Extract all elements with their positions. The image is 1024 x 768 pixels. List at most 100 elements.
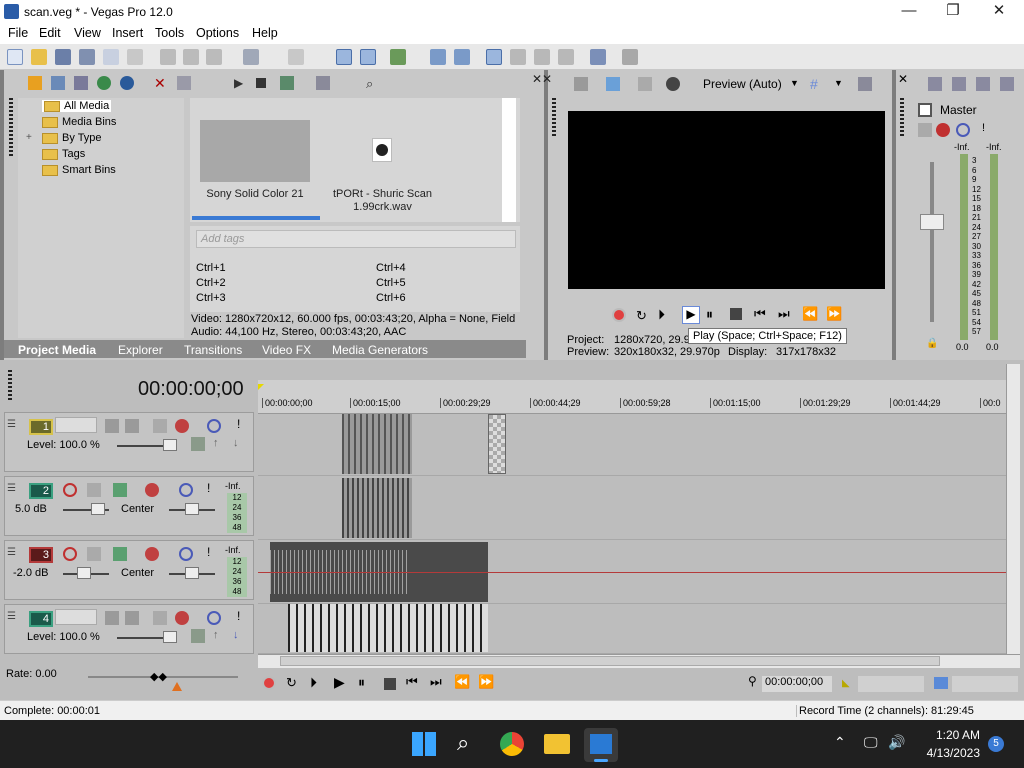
overlays-icon[interactable]: #: [810, 77, 824, 91]
tab-explorer[interactable]: Explorer: [118, 343, 163, 357]
refresh-icon[interactable]: [97, 76, 111, 90]
mute-icon[interactable]: [179, 547, 193, 561]
arm-record-icon[interactable]: [63, 483, 77, 497]
track-lane-3[interactable]: [258, 540, 1006, 604]
compositing-mode-icon[interactable]: [191, 629, 205, 643]
rate-reset-icon[interactable]: [172, 682, 182, 691]
track-minimize-icon[interactable]: ☰: [7, 483, 16, 494]
save-icon[interactable]: [55, 49, 71, 65]
make-child-icon[interactable]: ↑: [213, 437, 219, 449]
track-fx-icon[interactable]: [175, 611, 189, 625]
vegas-taskbar-button[interactable]: [584, 728, 618, 762]
level-slider-handle[interactable]: [163, 439, 177, 451]
mixer-properties-icon[interactable]: [928, 77, 942, 91]
tree-item-tags[interactable]: Tags: [42, 148, 85, 160]
time-ruler[interactable]: [258, 380, 1006, 414]
mute-icon[interactable]: [207, 611, 221, 625]
compositing-mode-icon[interactable]: [191, 437, 205, 451]
parent-track-icon[interactable]: [153, 419, 167, 433]
menu-help[interactable]: Help: [252, 26, 278, 40]
auto-crossfade-icon[interactable]: [510, 49, 526, 65]
automation-icon[interactable]: [113, 547, 127, 561]
media-fx-icon[interactable]: [177, 76, 191, 90]
composite-icon[interactable]: [125, 419, 139, 433]
track-fx-icon[interactable]: [175, 419, 189, 433]
preview-properties-icon[interactable]: [574, 77, 588, 91]
copy-icon[interactable]: [183, 49, 199, 65]
go-to-end-icon[interactable]: ⏭: [778, 306, 790, 322]
start-icon[interactable]: [412, 732, 436, 756]
notification-badge[interactable]: 5: [988, 736, 1004, 752]
mute-icon[interactable]: [207, 419, 221, 433]
tree-item-by-type[interactable]: By Type: [42, 132, 102, 144]
go-to-end-icon[interactable]: ⏭: [430, 674, 442, 690]
auto-ripple-icon[interactable]: [390, 49, 406, 65]
timecode-display[interactable]: 00:00:00;00: [138, 378, 244, 401]
video-event-selected[interactable]: [488, 414, 506, 474]
menu-insert[interactable]: Insert: [112, 26, 143, 40]
mute-icon[interactable]: [179, 483, 193, 497]
chevron-down-icon[interactable]: ▼: [790, 78, 799, 88]
volume-icon[interactable]: 🔊: [888, 734, 905, 751]
pause-icon[interactable]: ⏸: [706, 306, 713, 323]
play-icon[interactable]: ▶: [334, 674, 345, 691]
pan-slider-handle[interactable]: [185, 567, 199, 579]
solo-icon[interactable]: !: [237, 417, 240, 431]
track-name-field[interactable]: [55, 417, 97, 433]
play-from-start-icon[interactable]: ⏵: [658, 306, 665, 323]
selection-icon[interactable]: [534, 49, 550, 65]
record-icon[interactable]: [612, 308, 626, 322]
selection-length-field[interactable]: [952, 676, 1018, 692]
volume-slider-handle[interactable]: [77, 567, 91, 579]
audio-file-icon[interactable]: [372, 138, 392, 162]
media-thumbnail-solid-color[interactable]: [200, 120, 310, 182]
dock-grip[interactable]: [8, 370, 12, 400]
cut-icon[interactable]: [160, 49, 176, 65]
tree-item-all-media[interactable]: All Media: [42, 100, 112, 112]
track-minimize-icon[interactable]: ☰: [7, 419, 16, 430]
tab-media-generators[interactable]: Media Generators: [332, 343, 428, 357]
close-panel-icon[interactable]: ✕: [542, 72, 552, 86]
paste-icon[interactable]: [206, 49, 222, 65]
automation-icon[interactable]: [113, 483, 127, 497]
properties-icon[interactable]: [103, 49, 119, 65]
rate-slider-handle[interactable]: ◆◆: [150, 670, 167, 683]
close-panel-icon[interactable]: ✕: [532, 72, 542, 86]
menu-tools[interactable]: Tools: [155, 26, 184, 40]
bus-settings-icon[interactable]: [936, 123, 950, 137]
media-scrollbar[interactable]: [502, 98, 516, 222]
go-to-start-icon[interactable]: ⏮: [406, 674, 418, 690]
parent-track-icon[interactable]: [153, 611, 167, 625]
open-icon[interactable]: [31, 49, 47, 65]
split-screen-icon[interactable]: [638, 77, 652, 91]
loop-icon[interactable]: ↻: [636, 308, 647, 324]
previous-frame-icon[interactable]: ⏪: [802, 306, 818, 322]
make-parent-icon[interactable]: ↓: [233, 629, 239, 641]
menu-edit[interactable]: Edit: [39, 26, 61, 40]
ignore-grouping-icon[interactable]: [454, 49, 470, 65]
search-icon[interactable]: ⌕: [457, 730, 469, 756]
lock-envelopes-icon[interactable]: [430, 49, 446, 65]
capture-icon[interactable]: [51, 76, 65, 90]
volume-slider-handle[interactable]: [91, 503, 105, 515]
video-event[interactable]: [342, 414, 412, 474]
video-event[interactable]: [288, 604, 488, 652]
save-as-icon[interactable]: [79, 49, 95, 65]
network-icon[interactable]: 🖵: [864, 734, 878, 751]
track-minimize-icon[interactable]: ☰: [7, 547, 16, 558]
track-fx-icon[interactable]: [145, 547, 159, 561]
chevron-up-icon[interactable]: ⌃: [834, 734, 846, 751]
loop-marker-icon[interactable]: [258, 384, 264, 390]
close-button[interactable]: ✕: [976, 0, 1022, 24]
level-slider-handle[interactable]: [163, 631, 177, 643]
composite-icon[interactable]: [125, 611, 139, 625]
menu-options[interactable]: Options: [196, 26, 239, 40]
tab-transitions[interactable]: Transitions: [184, 343, 242, 357]
clock-date[interactable]: 4/13/2023: [914, 746, 980, 760]
solo-icon[interactable]: !: [207, 545, 210, 559]
track-motion-icon[interactable]: [105, 419, 119, 433]
start-preview-icon[interactable]: ▶: [234, 76, 248, 90]
arm-record-icon[interactable]: [63, 547, 77, 561]
lock-icon[interactable]: 🔒: [926, 338, 938, 349]
copy-snapshot-icon[interactable]: [858, 77, 872, 91]
